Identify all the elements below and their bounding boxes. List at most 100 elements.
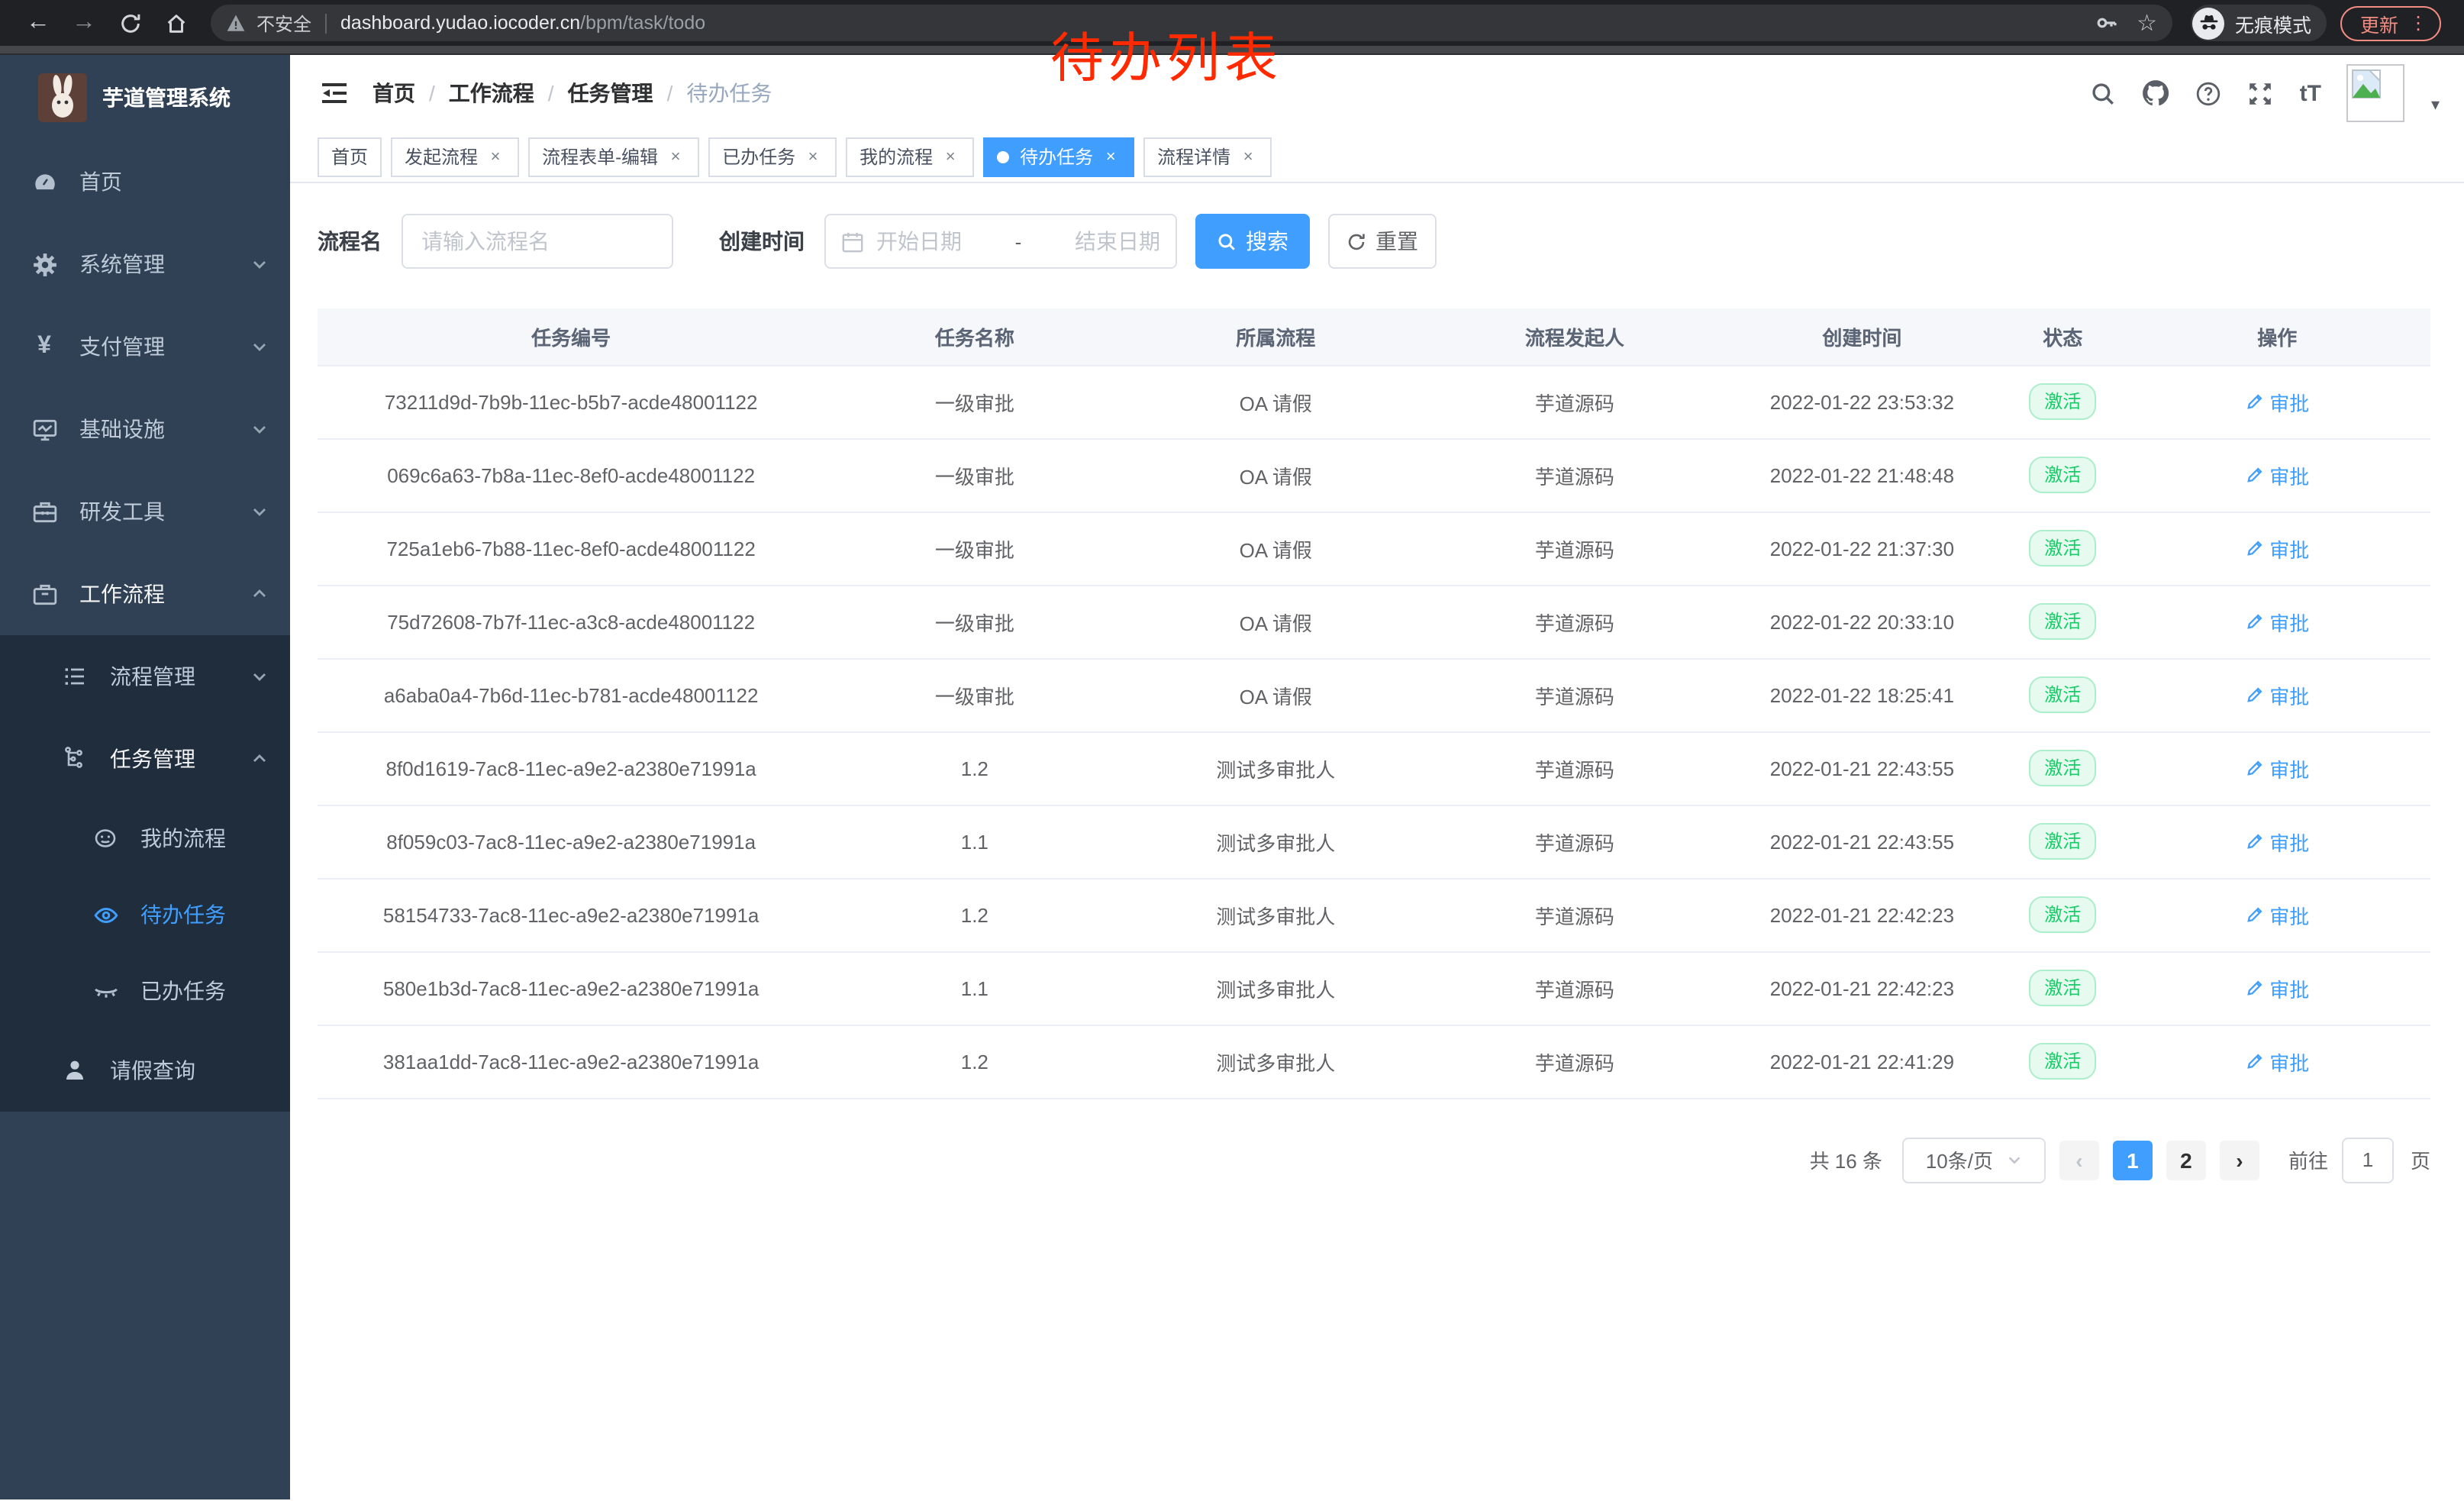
approve-link[interactable]: 审批 — [2245, 973, 2309, 1002]
navbar-tools: tT ▾ — [2091, 64, 2440, 122]
chevron-down-icon — [2005, 1151, 2022, 1168]
monitor-icon — [31, 415, 58, 443]
tab-process-form-edit[interactable]: 流程表单-编辑× — [528, 137, 699, 176]
cell-task-id: 069c6a63-7b8a-11ec-8ef0-acde48001122 — [318, 438, 824, 512]
approve-link[interactable]: 审批 — [2245, 754, 2309, 783]
date-range-picker[interactable]: 开始日期 - 结束日期 — [824, 214, 1177, 269]
browser-menu-icon[interactable]: ⋮ — [2409, 12, 2427, 34]
tab-todo-tasks[interactable]: 待办任务 × — [983, 137, 1134, 176]
approve-link[interactable]: 审批 — [2245, 534, 2309, 563]
table-row: 725a1eb6-7b88-11ec-8ef0-acde48001122 一级审… — [318, 512, 2430, 585]
sidebar-item-my-process[interactable]: 我的流程 — [0, 800, 290, 876]
breadcrumb-item-workflow[interactable]: 工作流程 — [449, 78, 534, 108]
close-icon[interactable]: × — [1238, 147, 1258, 166]
close-icon[interactable]: × — [803, 147, 823, 166]
cell-starter: 芋道源码 — [1427, 1025, 1723, 1098]
github-icon[interactable] — [2143, 79, 2170, 107]
sidebar-item-dev[interactable]: 研发工具 — [0, 470, 290, 553]
sidebar-item-label: 已办任务 — [140, 976, 269, 1006]
process-name-input[interactable]: 请输入流程名 — [402, 214, 673, 269]
cell-process: 测试多审批人 — [1124, 878, 1427, 951]
browser-back-icon[interactable]: ← — [15, 5, 61, 41]
close-icon[interactable]: × — [666, 147, 685, 166]
sidebar-collapse-icon[interactable] — [318, 76, 351, 110]
eye-closed-icon — [92, 977, 119, 1005]
broken-image-icon — [2352, 69, 2382, 99]
pencil-icon — [2245, 612, 2263, 631]
col-create-time: 创建时间 — [1723, 308, 2001, 365]
dropdown-caret-icon[interactable]: ▾ — [2431, 94, 2440, 114]
breadcrumb-separator: / — [429, 81, 435, 105]
navbar: 首页 / 工作流程 / 任务管理 / 待办任务 — [290, 55, 2464, 131]
approve-link[interactable]: 审批 — [2245, 900, 2309, 929]
tab-process-detail[interactable]: 流程详情× — [1143, 137, 1272, 176]
pencil-icon — [2245, 759, 2263, 777]
sidebar-item-home[interactable]: 首页 — [0, 140, 290, 223]
sidebar-item-infra[interactable]: 基础设施 — [0, 388, 290, 470]
cell-process: OA 请假 — [1124, 658, 1427, 731]
cell-process: OA 请假 — [1124, 438, 1427, 512]
browser-reload-icon[interactable] — [107, 5, 153, 41]
sidebar-item-workflow[interactable]: 工作流程 — [0, 553, 290, 635]
sidebar-item-system[interactable]: 系统管理 — [0, 223, 290, 305]
sidebar-item-task-mgmt[interactable]: 任务管理 — [0, 718, 290, 800]
cell-task-name: 一级审批 — [824, 438, 1124, 512]
sidebar-item-leave-query[interactable]: 请假查询 — [0, 1029, 290, 1112]
breadcrumb-item-home[interactable]: 首页 — [373, 78, 415, 108]
sidebar-item-process-mgmt[interactable]: 流程管理 — [0, 635, 290, 718]
status-badge: 激活 — [2029, 970, 2096, 1007]
cell-task-id: 58154733-7ac8-11ec-a9e2-a2380e71991a — [318, 878, 824, 951]
chevron-down-icon — [250, 255, 269, 273]
browser-forward-icon[interactable]: → — [61, 5, 107, 41]
status-badge: 激活 — [2029, 383, 2096, 421]
cell-task-id: 73211d9d-7b9b-11ec-b5b7-acde48001122 — [318, 365, 824, 438]
close-icon[interactable]: × — [940, 147, 960, 166]
app-logo[interactable]: 芋道管理系统 — [0, 55, 290, 140]
approve-link[interactable]: 审批 — [2245, 387, 2309, 416]
approve-link[interactable]: 审批 — [2245, 607, 2309, 636]
tab-start-process[interactable]: 发起流程× — [391, 137, 519, 176]
tab-my-process[interactable]: 我的流程× — [846, 137, 974, 176]
cell-task-id: a6aba0a4-7b6d-11ec-b781-acde48001122 — [318, 658, 824, 731]
cell-create-time: 2022-01-21 22:42:23 — [1723, 951, 2001, 1025]
approve-link[interactable]: 审批 — [2245, 460, 2309, 489]
breadcrumb-item-task-mgmt[interactable]: 任务管理 — [568, 78, 653, 108]
help-icon[interactable] — [2196, 80, 2222, 106]
pencil-icon — [2245, 466, 2263, 484]
approve-link[interactable]: 审批 — [2245, 680, 2309, 709]
browser-update-button[interactable]: 更新 ⋮ — [2340, 5, 2441, 40]
page-size-select[interactable]: 10条/页 — [1902, 1137, 2046, 1183]
sidebar: 芋道管理系统 首页 系统管理 ¥ 支付管理 — [0, 55, 290, 1499]
sidebar-item-todo[interactable]: 待办任务 — [0, 876, 290, 953]
tab-home[interactable]: 首页 — [318, 137, 382, 176]
avatar[interactable] — [2347, 64, 2405, 122]
close-icon[interactable]: × — [1101, 147, 1121, 166]
search-button[interactable]: 搜索 — [1195, 214, 1310, 269]
next-page-button[interactable]: › — [2220, 1140, 2259, 1180]
sidebar-item-done[interactable]: 已办任务 — [0, 953, 290, 1029]
goto-page-input[interactable] — [2342, 1137, 2394, 1183]
tab-done-tasks[interactable]: 已办任务× — [708, 137, 837, 176]
page-button-2[interactable]: 2 — [2166, 1140, 2206, 1180]
reset-button[interactable]: 重置 — [1328, 214, 1437, 269]
prev-page-button[interactable]: ‹ — [2059, 1140, 2099, 1180]
fullscreen-icon[interactable] — [2248, 80, 2274, 106]
approve-link[interactable]: 审批 — [2245, 827, 2309, 856]
font-size-icon[interactable]: tT — [2300, 80, 2321, 106]
sidebar-item-pay[interactable]: ¥ 支付管理 — [0, 305, 290, 388]
table-row: 75d72608-7b7f-11ec-a3c8-acde48001122 一级审… — [318, 585, 2430, 658]
page-button-1[interactable]: 1 — [2113, 1140, 2153, 1180]
close-icon[interactable]: × — [485, 147, 505, 166]
password-key-icon[interactable] — [2094, 11, 2118, 35]
toolbox-icon — [31, 498, 58, 525]
tab-label: 待办任务 — [1020, 144, 1093, 169]
search-icon[interactable] — [2091, 80, 2117, 106]
search-icon — [1217, 231, 1237, 251]
bookmark-star-icon[interactable]: ☆ — [2137, 9, 2157, 37]
sidebar-item-label: 工作流程 — [79, 579, 250, 609]
approve-link[interactable]: 审批 — [2245, 1047, 2309, 1076]
browser-home-icon[interactable] — [153, 5, 198, 41]
pencil-icon — [2245, 392, 2263, 411]
cell-task-id: 8f059c03-7ac8-11ec-a9e2-a2380e71991a — [318, 805, 824, 878]
cell-starter: 芋道源码 — [1427, 512, 1723, 585]
